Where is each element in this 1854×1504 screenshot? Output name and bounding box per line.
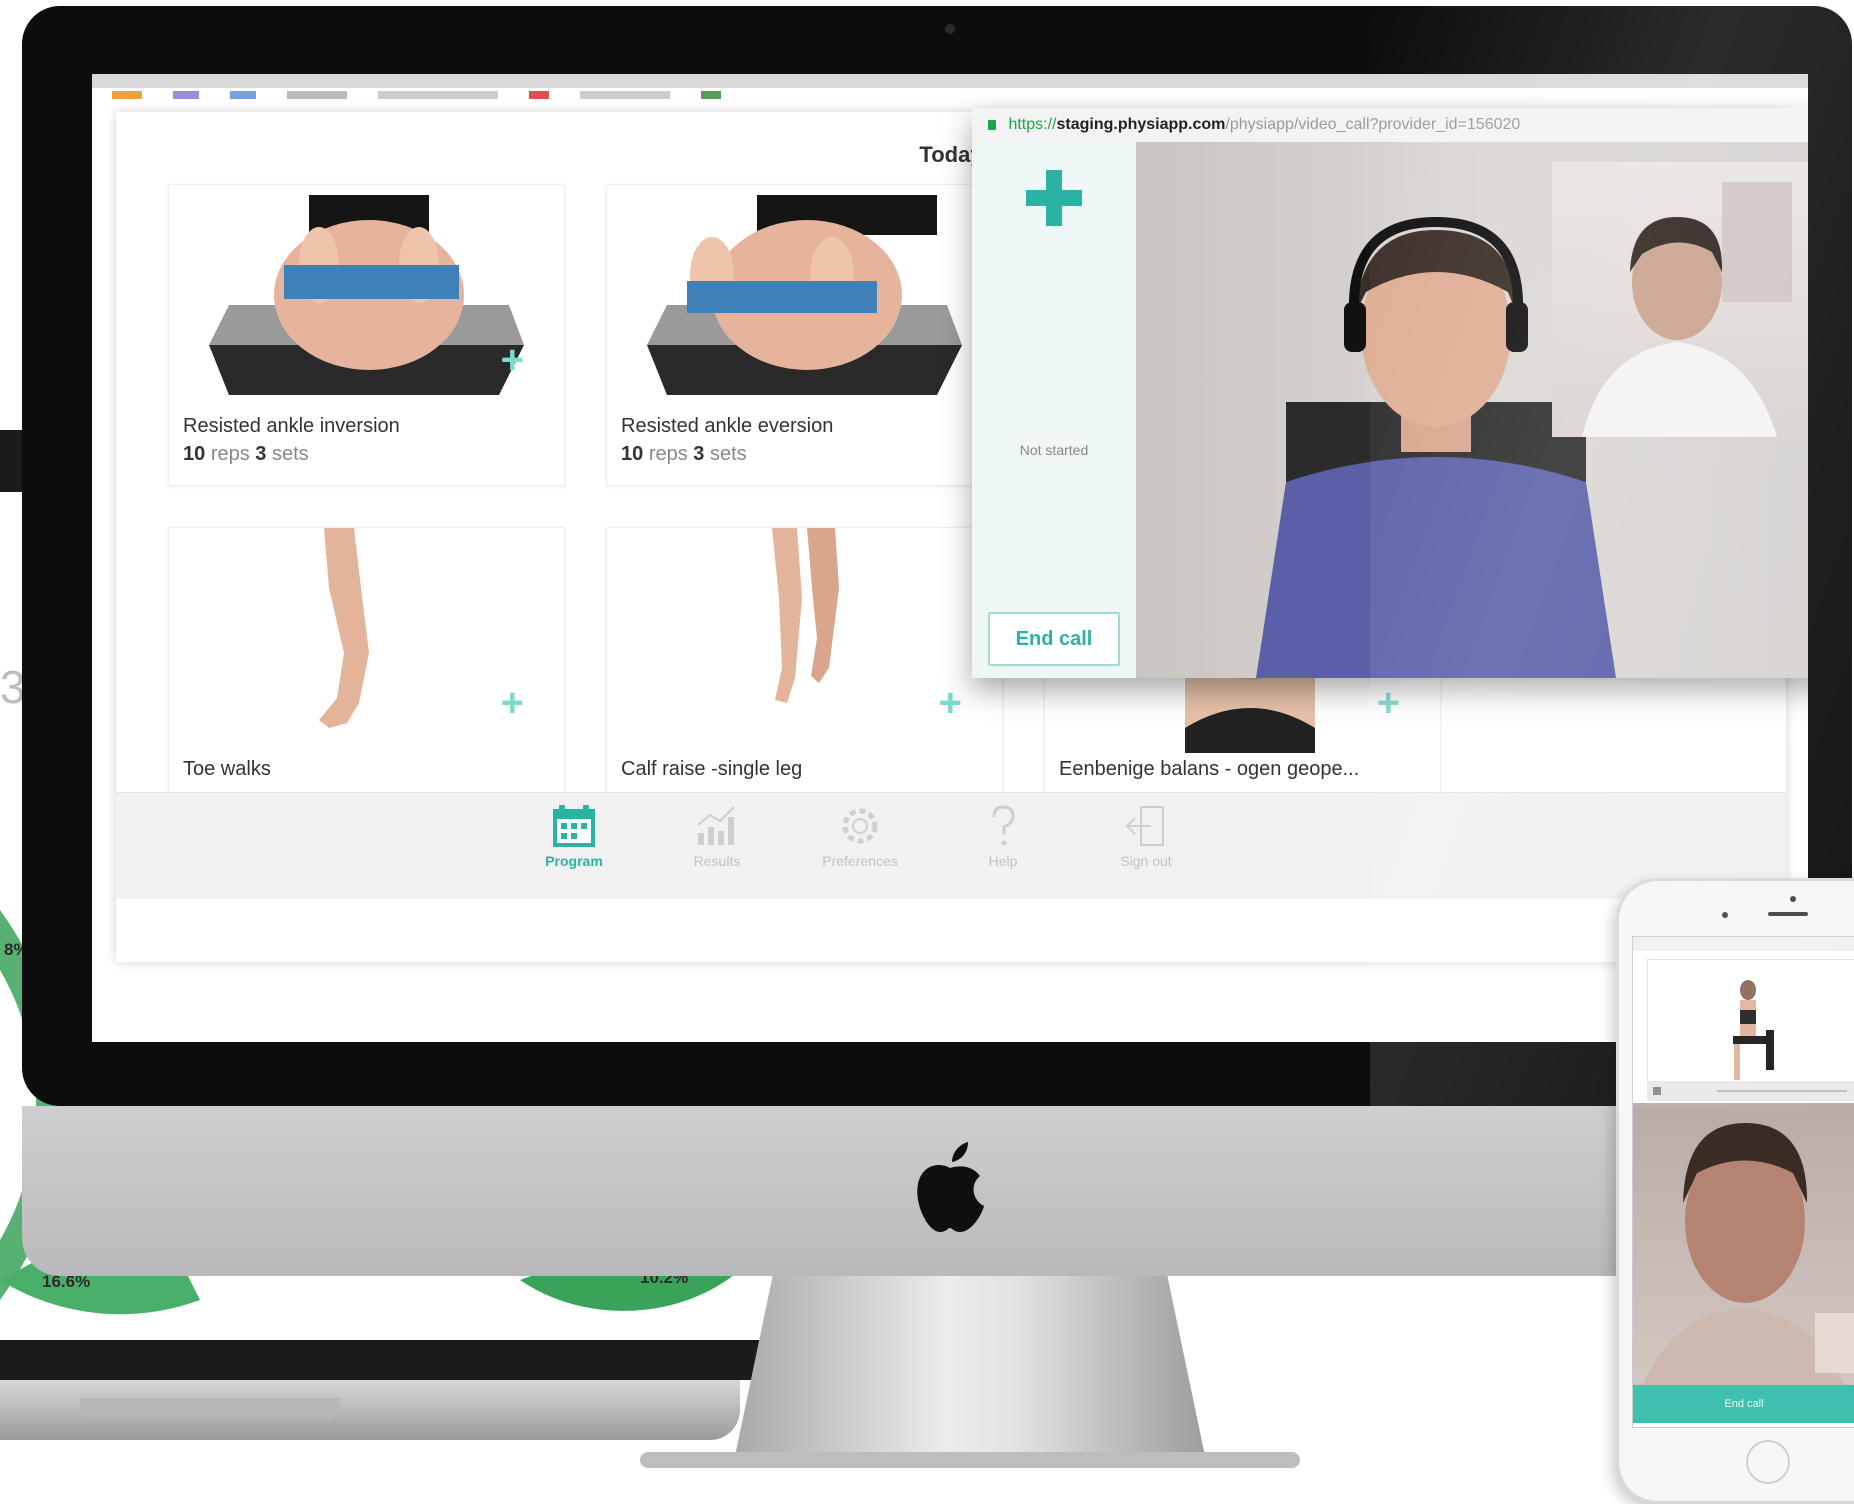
nav-label: Sign out	[1120, 853, 1172, 869]
reps-label: reps	[210, 443, 250, 465]
exercise-card[interactable]: Resisted ankle eversion 10 reps 3 sets	[606, 184, 1003, 486]
progress-track[interactable]	[1717, 1090, 1847, 1092]
reps-label: reps	[648, 443, 688, 465]
nav-program[interactable]: Program	[514, 803, 634, 869]
gear-icon	[842, 808, 878, 844]
imac-foot	[640, 1452, 1300, 1468]
question-icon	[992, 805, 1015, 846]
self-video	[1552, 162, 1808, 437]
sets-count: 3	[255, 443, 267, 465]
add-exercise-icon[interactable]: +	[501, 683, 524, 723]
exercise-reps: 10 reps 3 sets	[183, 443, 309, 466]
exercise-name: Eenbenige balans - ogen geope...	[1059, 758, 1360, 780]
nav-help[interactable]: Help	[943, 803, 1063, 869]
url-bar[interactable]: https://staging.physiapp.com/physiapp/vi…	[972, 108, 1808, 143]
video-call-window: https://staging.physiapp.com/physiapp/vi…	[972, 108, 1808, 678]
phone-status-bar	[1633, 937, 1854, 951]
add-exercise-icon[interactable]: +	[1377, 683, 1400, 723]
url-scheme: https://	[1008, 116, 1057, 133]
sets-count: 3	[693, 443, 705, 465]
nav-label: Program	[545, 853, 603, 869]
call-sidebar: Not started End call	[972, 142, 1136, 678]
browser-strip	[92, 74, 1808, 88]
exercise-image	[607, 185, 1002, 410]
bottom-nav: Program Results Preferences Help Sign ou…	[116, 792, 1786, 899]
exercise-card[interactable]: + Toe walks	[168, 527, 565, 829]
call-status: Not started	[1019, 442, 1089, 458]
chart-icon	[697, 806, 735, 845]
lock-icon	[988, 119, 996, 130]
exercise-name: Resisted ankle inversion	[183, 415, 400, 437]
add-exercise-icon[interactable]: +	[501, 340, 524, 380]
phone-exercise-video	[1647, 959, 1854, 1091]
exercise-name: Resisted ankle eversion	[621, 415, 834, 437]
bookmarks-bar	[112, 90, 952, 106]
pause-icon[interactable]	[1653, 1087, 1661, 1095]
laptop-bezel	[0, 1340, 760, 1380]
sets-label: sets	[271, 443, 309, 465]
phone-video-progress[interactable]	[1647, 1081, 1854, 1101]
exercise-card[interactable]: + Calf raise -single leg	[606, 527, 1003, 829]
reps-count: 10	[183, 443, 206, 465]
exercise-card[interactable]: + Resisted ankle inversion 10 reps 3 set…	[168, 184, 565, 486]
imac-stand	[735, 1276, 1205, 1456]
url-host: staging.physiapp.com	[1056, 116, 1226, 133]
laptop-dark-band	[0, 430, 22, 492]
exercise-name: Calf raise -single leg	[621, 758, 803, 780]
nav-preferences[interactable]: Preferences	[800, 803, 920, 869]
apple-logo-icon	[917, 1142, 984, 1232]
phone-speaker	[1768, 912, 1808, 916]
phone-home-button[interactable]	[1746, 1440, 1790, 1484]
laptop-notch	[80, 1398, 340, 1418]
camera-icon	[945, 24, 955, 34]
nav-results[interactable]: Results	[657, 803, 777, 869]
physiapp-logo-icon	[1026, 170, 1082, 226]
exercise-name: Toe walks	[183, 758, 271, 780]
calendar-icon	[553, 805, 595, 847]
phone-camera	[1790, 896, 1796, 902]
phone-sensor	[1722, 912, 1728, 918]
imac-screen: Today + Resisted ankle inversion 10 reps	[92, 74, 1808, 1042]
reps-count: 10	[621, 443, 644, 465]
nav-label: Results	[693, 853, 741, 869]
end-call-button[interactable]: End call	[988, 612, 1120, 666]
sets-label: sets	[709, 443, 747, 465]
add-exercise-icon[interactable]: +	[939, 683, 962, 723]
exercise-reps: 10 reps 3 sets	[621, 443, 747, 466]
phone-end-call-button[interactable]: End call	[1633, 1385, 1854, 1423]
phone-screen: End call	[1632, 936, 1854, 1428]
nav-label: Help	[988, 853, 1018, 869]
url-path: /physiapp/video_call?provider_id=156020	[1225, 116, 1521, 133]
nav-sign-out[interactable]: Sign out	[1086, 803, 1206, 869]
sign-out-icon	[1125, 806, 1164, 846]
phone-remote-video	[1633, 1103, 1854, 1385]
nav-label: Preferences	[822, 853, 898, 869]
